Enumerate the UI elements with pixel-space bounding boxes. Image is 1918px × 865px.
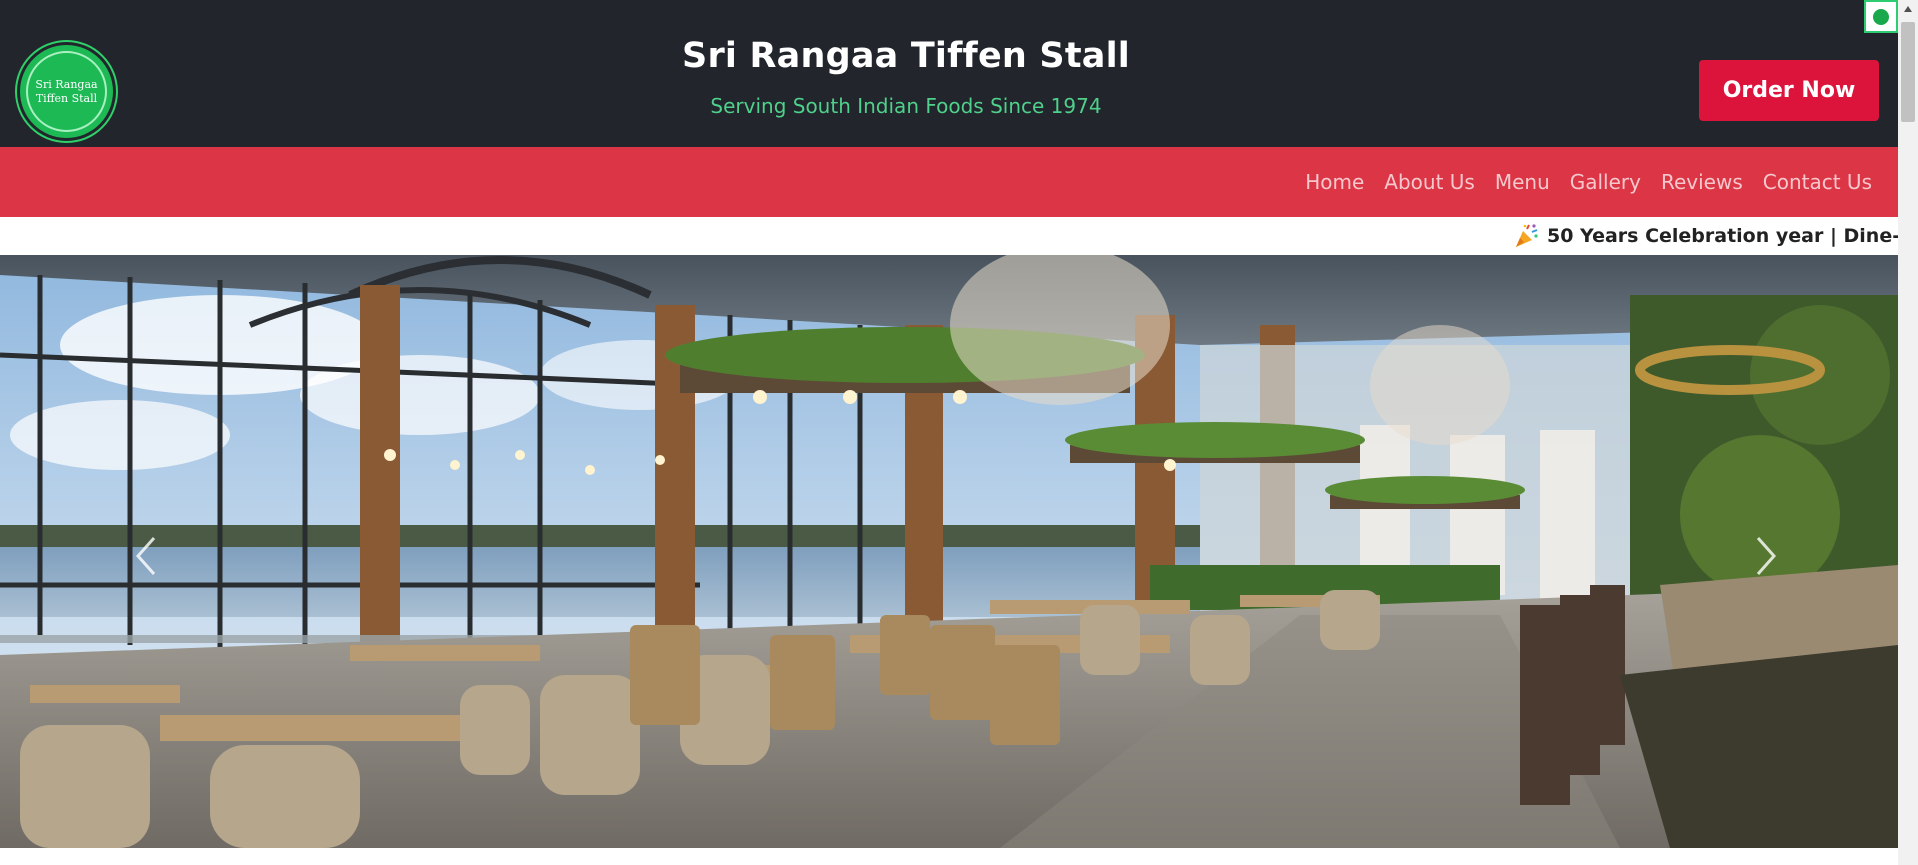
nav-item-about: About Us <box>1384 170 1475 194</box>
scroll-up-arrow-icon[interactable] <box>1898 0 1918 18</box>
logo-line-2: Tiffen Stall <box>35 91 98 105</box>
party-popper-icon <box>1516 224 1538 247</box>
nav-link-about-us[interactable]: About Us <box>1384 170 1475 194</box>
logo-text: Sri Rangaa Tiffen Stall <box>32 78 102 106</box>
nav-link-menu[interactable]: Menu <box>1495 170 1550 194</box>
nav-item-contact: Contact Us <box>1763 170 1872 194</box>
nav-item-menu: Menu <box>1495 170 1550 194</box>
restaurant-interior-image <box>0 255 1898 848</box>
page: Sri Rangaa Tiffen Stall Sri Rangaa Tiffe… <box>0 0 1898 865</box>
chevron-left-icon <box>135 537 156 575</box>
logo-line-1: Sri Rangaa <box>35 77 98 91</box>
site-subtitle: Serving South Indian Foods Since 1974 <box>710 94 1102 118</box>
order-now-button[interactable]: Order Now <box>1699 60 1879 121</box>
chevron-right-icon <box>1756 537 1777 575</box>
nav-item-home: Home <box>1305 170 1364 194</box>
ticker-text: 50 Years Celebration year | Dine-in <box>1547 225 1898 247</box>
site-header: Sri Rangaa Tiffen Stall Sri Rangaa Tiffe… <box>0 0 1898 147</box>
nav-item-reviews: Reviews <box>1661 170 1743 194</box>
nav-link-contact-us[interactable]: Contact Us <box>1763 170 1872 194</box>
nav-link-reviews[interactable]: Reviews <box>1661 170 1743 194</box>
chat-widget-dot <box>1873 8 1889 25</box>
scrollbar-thumb[interactable] <box>1901 22 1915 122</box>
ticker-content: 50 Years Celebration year | Dine-in <box>1513 217 1898 255</box>
nav-link-gallery[interactable]: Gallery <box>1570 170 1641 194</box>
carousel-next-button[interactable] <box>1730 515 1790 595</box>
main-nav: Home About Us Menu Gallery Reviews Conta… <box>0 147 1898 217</box>
nav-list: Home About Us Menu Gallery Reviews Conta… <box>1305 147 1872 217</box>
hero-carousel <box>0 255 1898 848</box>
site-title: Sri Rangaa Tiffen Stall <box>682 36 1130 76</box>
vertical-scrollbar[interactable] <box>1898 0 1918 865</box>
announcement-ticker: 50 Years Celebration year | Dine-in <box>0 217 1898 255</box>
nav-item-gallery: Gallery <box>1570 170 1641 194</box>
carousel-prev-button[interactable] <box>110 515 170 595</box>
chat-widget-icon[interactable] <box>1864 0 1898 33</box>
nav-link-home[interactable]: Home <box>1305 170 1364 194</box>
